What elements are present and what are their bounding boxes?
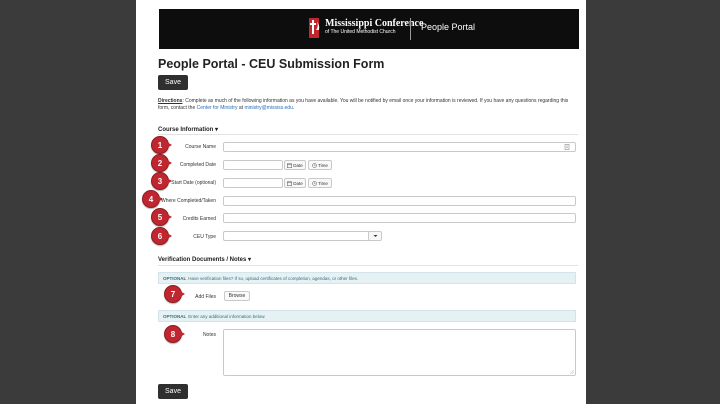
notes-info-banner: OPTIONAL Enter any additional informatio… xyxy=(158,310,576,322)
save-button-top[interactable]: Save xyxy=(158,75,188,90)
start-date-label: Start Date (optional) xyxy=(171,180,216,186)
directions-label: Directions xyxy=(158,98,183,104)
directions-end: . xyxy=(292,105,295,111)
header-banner: Mississippi Conference of The United Met… xyxy=(159,9,579,49)
directions-text: Directions: Complete as much of the foll… xyxy=(158,98,578,112)
time-addon-label: Time xyxy=(318,180,328,186)
verification-section-toggle[interactable]: Verification Documents / Notes ▾ xyxy=(158,256,251,263)
clock-icon xyxy=(312,162,317,168)
calendar-icon xyxy=(287,163,293,168)
brand-text: Mississippi Conference of The United Met… xyxy=(325,18,423,36)
save-button-bottom[interactable]: Save xyxy=(158,384,188,399)
files-info-text: Have verification files? If so, upload c… xyxy=(188,275,359,281)
brand-title: Mississippi Conference xyxy=(325,18,424,29)
section-divider xyxy=(158,134,578,135)
completed-date-input[interactable] xyxy=(223,160,283,170)
where-completed-input[interactable] xyxy=(223,196,576,206)
caret-down-icon xyxy=(373,235,377,237)
cross-flame-icon xyxy=(309,18,320,38)
notes-textarea[interactable] xyxy=(223,329,576,376)
ceu-type-select[interactable] xyxy=(223,231,371,241)
clock-icon xyxy=(312,180,317,186)
ministry-email-link[interactable]: ministry@mississ.edu xyxy=(244,105,292,111)
center-for-ministry-link[interactable]: Center for Ministry xyxy=(197,105,238,111)
add-files-label: Add Files xyxy=(195,294,216,300)
notes-info-text: Enter any additional information below. xyxy=(188,313,266,319)
credits-earned-input[interactable] xyxy=(223,213,576,223)
browse-button[interactable]: Browse xyxy=(224,291,250,301)
date-addon-label: Date xyxy=(293,180,303,186)
optional-tag: OPTIONAL xyxy=(163,313,187,319)
start-date-input[interactable] xyxy=(223,178,283,188)
resize-handle-icon[interactable] xyxy=(570,370,574,374)
page-title: People Portal - CEU Submission Form xyxy=(158,57,385,71)
optional-tag: OPTIONAL xyxy=(163,275,187,281)
completed-date-label: Completed Date xyxy=(179,162,216,168)
section-divider xyxy=(158,265,578,266)
brand-subtitle: of The United Methodist Church xyxy=(325,29,396,35)
credits-earned-label: Credits Earned xyxy=(182,216,216,222)
ceu-type-label: CEU Type xyxy=(193,234,216,240)
calendar-icon xyxy=(287,181,293,186)
completed-date-picker-button[interactable]: Date xyxy=(284,160,306,170)
notes-label: Notes xyxy=(202,332,216,338)
start-time-picker-button[interactable]: Time xyxy=(308,178,332,188)
start-date-picker-button[interactable]: Date xyxy=(284,178,306,188)
files-info-banner: OPTIONAL Have verification files? If so,… xyxy=(158,272,576,284)
form-page: Mississippi Conference of The United Met… xyxy=(136,0,586,404)
completed-time-picker-button[interactable]: Time xyxy=(308,160,332,170)
portal-name: People Portal xyxy=(421,22,476,32)
course-name-input[interactable] xyxy=(223,142,576,152)
course-info-toggle[interactable]: Course Information ▾ xyxy=(158,126,218,133)
date-addon-label: Date xyxy=(293,162,303,168)
course-name-label: Course Name xyxy=(185,144,216,150)
where-completed-label: Where Completed/Taken xyxy=(160,198,216,204)
ceu-type-dropdown-button[interactable] xyxy=(368,231,382,241)
header-divider xyxy=(410,18,411,40)
autofill-icon xyxy=(564,144,570,150)
time-addon-label: Time xyxy=(318,162,328,168)
